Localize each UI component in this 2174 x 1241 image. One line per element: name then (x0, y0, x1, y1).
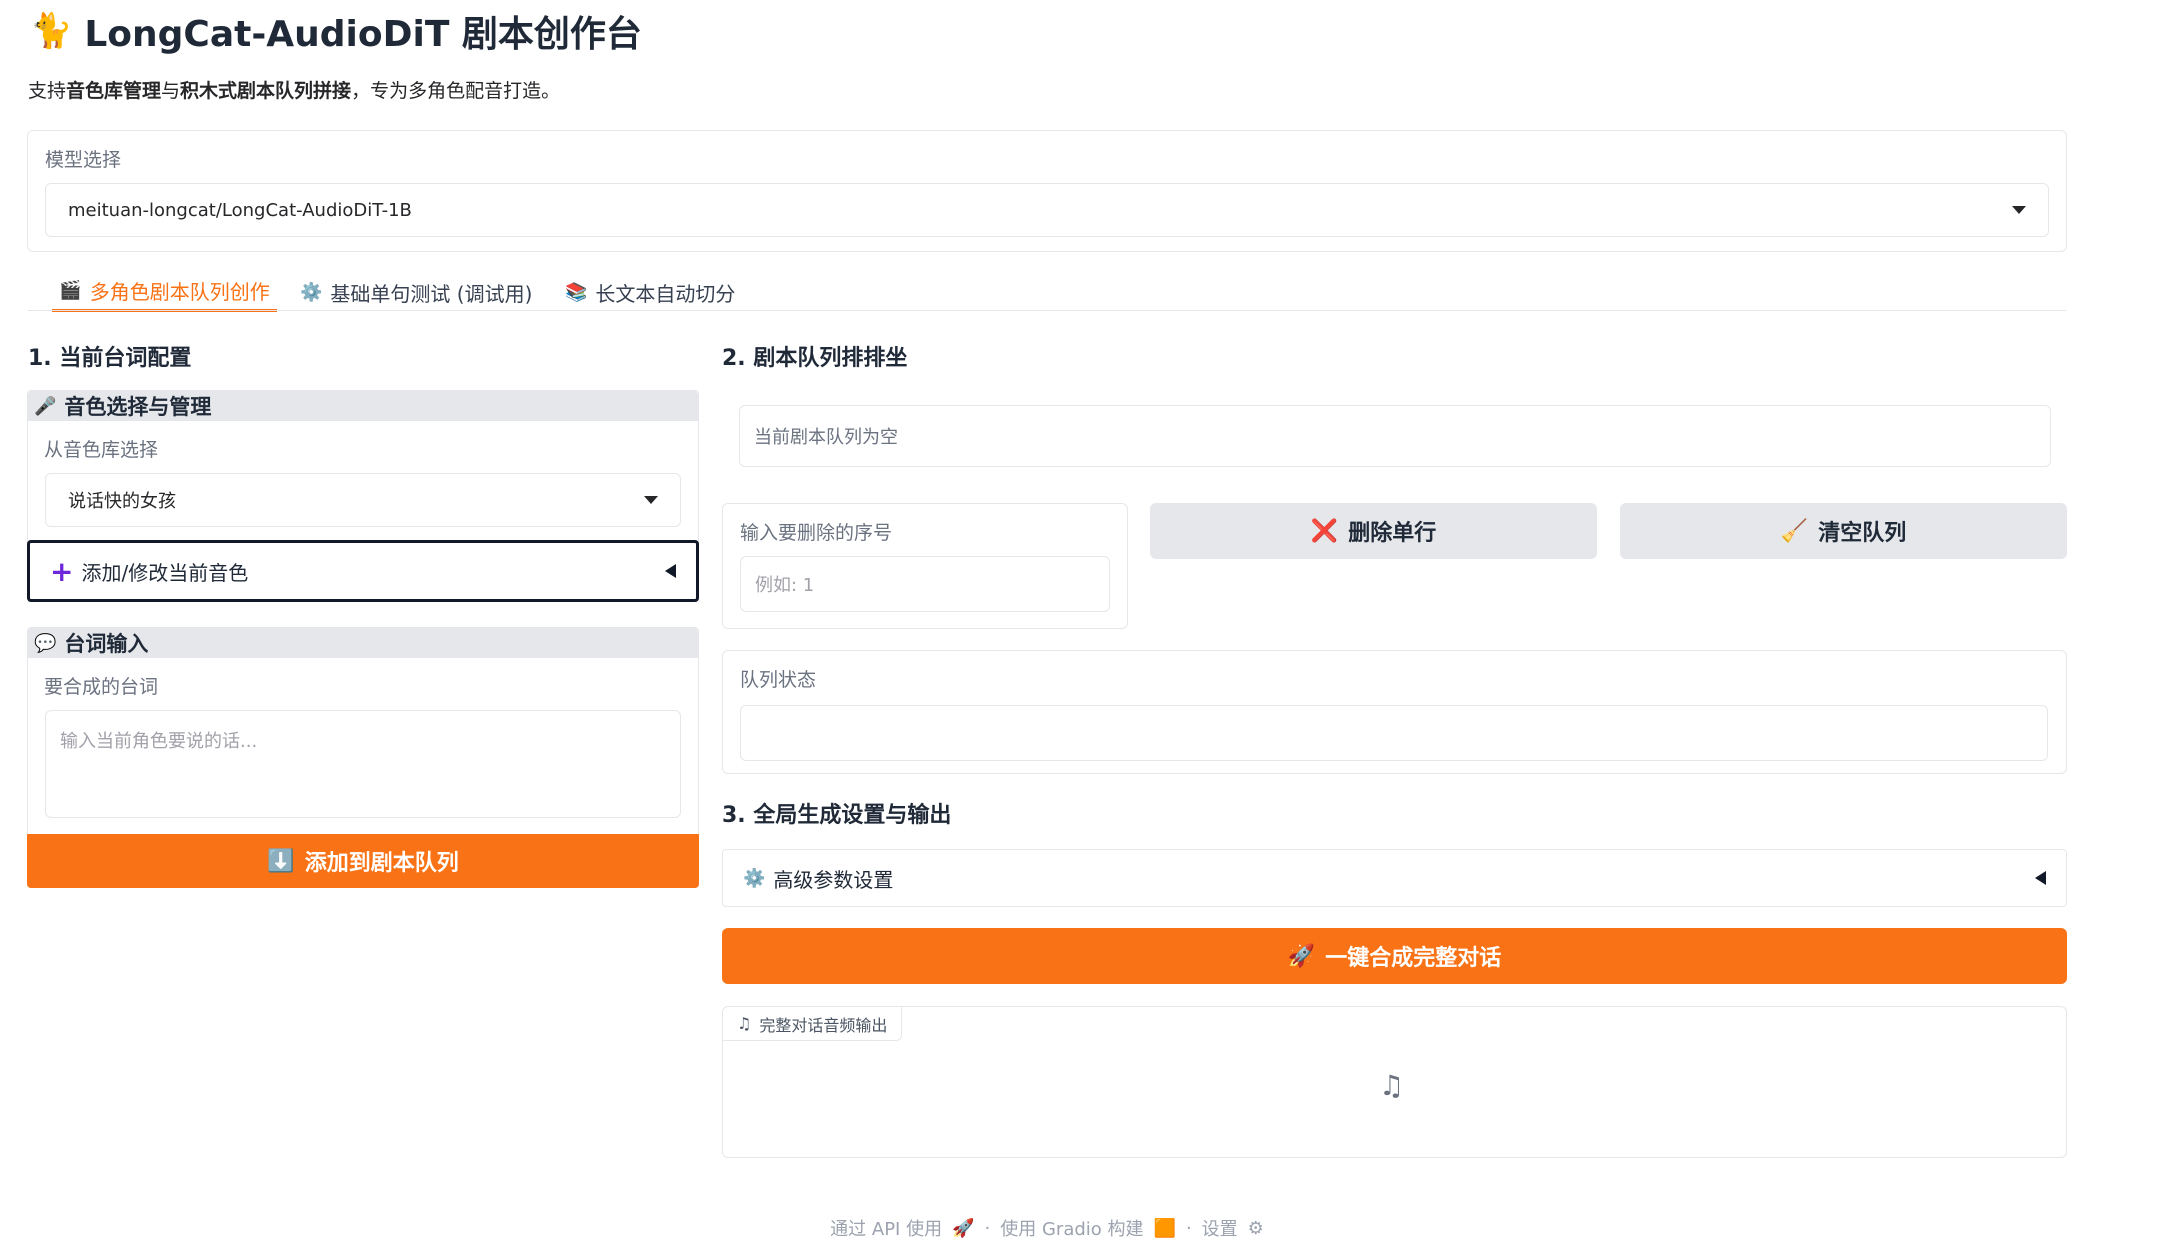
close-icon: ❌ (1310, 518, 1339, 544)
collapse-triangle-icon (2035, 871, 2046, 885)
chevron-down-icon (644, 496, 658, 504)
plus-icon: + (50, 554, 74, 588)
arrow-down-icon: ⬇️ (267, 848, 295, 874)
clapperboard-icon: 🎬 (59, 280, 82, 301)
rocket-icon: 🚀 (1287, 943, 1316, 969)
model-dropdown[interactable]: meituan-longcat/LongCat-AudioDiT-1B (45, 183, 2049, 237)
gear-icon: ⚙️ (300, 281, 323, 303)
current-line-config-heading: 1. 当前台词配置 (28, 346, 192, 371)
line-text-label: 要合成的台词 (44, 676, 159, 698)
line-input-group-header: 💬 台词输入 (28, 628, 698, 658)
queue-status-label: 队列状态 (740, 669, 817, 691)
queue-heading: 2. 剧本队列排排坐 (722, 346, 908, 371)
tab-single-sentence-test[interactable]: ⚙️ 基础单句测试 (调试用) (300, 272, 532, 312)
music-note-icon: ♫ (737, 1014, 752, 1033)
audio-placeholder-music-icon: ♫ (1379, 1069, 1405, 1102)
gear-icon: ⚙ (1247, 1217, 1264, 1239)
model-panel: 模型选择 meituan-longcat/LongCat-AudioDiT-1B (27, 130, 2067, 252)
audio-output-panel: ♫ 完整对话音频输出 ♫ (722, 1006, 2067, 1158)
app-header: 🐈 LongCat-AudioDiT 剧本创作台 (30, 6, 642, 56)
voice-group-header: 🎤 音色选择与管理 (28, 391, 698, 421)
delete-index-panel: 输入要删除的序号 例如: 1 (722, 503, 1128, 629)
voice-library-dropdown[interactable]: 说话快的女孩 (45, 473, 681, 527)
delete-row-button[interactable]: ❌ 删除单行 (1150, 503, 1597, 559)
page-subtitle: 支持音色库管理与积木式剧本队列拼接，专为多角色配音打造。 (28, 80, 561, 102)
broom-icon: 🧹 (1780, 518, 1809, 544)
api-link[interactable]: 通过 API 使用 (830, 1215, 942, 1241)
voice-library-value: 说话快的女孩 (68, 491, 176, 512)
collapse-triangle-icon (665, 564, 676, 578)
gradio-logo-icon: 🟧 (1153, 1217, 1176, 1239)
gear-icon: ⚙️ (743, 867, 766, 889)
audio-output-label: ♫ 完整对话音频输出 (723, 1007, 903, 1041)
tab-multi-role-script[interactable]: 🎬 多角色剧本队列创作 (52, 272, 277, 312)
queue-display: 当前剧本队列为空 (739, 405, 2051, 467)
rocket-icon: 🚀 (952, 1217, 975, 1239)
model-label: 模型选择 (45, 149, 122, 171)
page-title: LongCat-AudioDiT 剧本创作台 (84, 14, 642, 55)
settings-link[interactable]: 设置 (1202, 1215, 1238, 1241)
queue-status-field (740, 705, 2048, 761)
clear-queue-button[interactable]: 🧹 清空队列 (1620, 503, 2067, 559)
gradio-link[interactable]: 使用 Gradio 构建 (1000, 1215, 1143, 1241)
global-settings-heading: 3. 全局生成设置与输出 (722, 803, 952, 828)
cat-icon: 🐈 (30, 11, 73, 51)
tabs-divider (28, 310, 2066, 311)
add-to-queue-button[interactable]: ⬇️ 添加到剧本队列 (27, 834, 699, 888)
delete-index-input[interactable]: 例如: 1 (740, 556, 1110, 612)
delete-index-label: 输入要删除的序号 (740, 522, 893, 544)
advanced-settings-accordion[interactable]: ⚙️ 高级参数设置 (722, 849, 2067, 907)
tab-long-text-split[interactable]: 📚 长文本自动切分 (565, 272, 735, 312)
voice-library-label: 从音色库选择 (44, 439, 159, 461)
queue-status-panel: 队列状态 (722, 650, 2067, 774)
books-icon: 📚 (565, 281, 588, 303)
line-text-input[interactable]: 输入当前角色要说的话... (45, 710, 681, 818)
generate-dialogue-button[interactable]: 🚀 一键合成完整对话 (722, 928, 2067, 984)
microphone-icon: 🎤 (34, 395, 57, 417)
speech-bubble-icon: 💬 (34, 632, 57, 654)
footer: 通过 API 使用 🚀 · 使用 Gradio 构建 🟧 · 设置 ⚙ (0, 1215, 2174, 1241)
model-value: meituan-longcat/LongCat-AudioDiT-1B (68, 199, 412, 221)
line-input-group: 💬 台词输入 要合成的台词 输入当前角色要说的话... (27, 627, 699, 837)
add-edit-voice-accordion[interactable]: + 添加/修改当前音色 (27, 540, 699, 602)
chevron-down-icon (2012, 206, 2026, 214)
